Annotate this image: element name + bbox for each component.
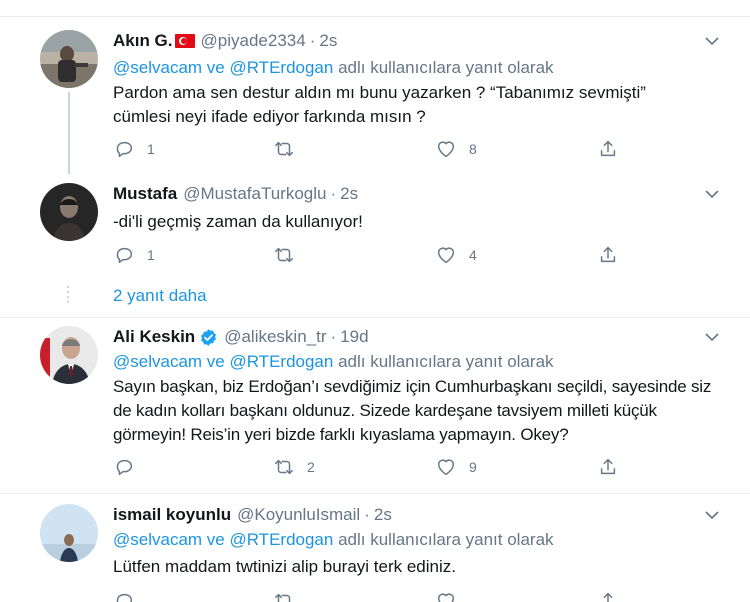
heart-icon (437, 247, 455, 264)
more-replies-dots (66, 286, 70, 306)
retweet-button[interactable] (273, 244, 295, 266)
tweet-text: -di'li geçmiş zaman da kullanıyor! (113, 212, 363, 231)
like-button[interactable]: 4 (435, 244, 477, 266)
author-name[interactable]: Mustafa (113, 184, 177, 204)
top-divider (0, 16, 750, 17)
more-replies-link[interactable]: 2 yanıt daha (113, 286, 207, 306)
share-button[interactable] (597, 590, 619, 602)
like-count: 9 (469, 459, 477, 475)
reply-icon (116, 593, 133, 602)
reply-count: 1 (147, 247, 155, 263)
chevron-down-icon[interactable] (704, 186, 720, 202)
like-count: 4 (469, 247, 477, 263)
retweet-button[interactable] (273, 138, 295, 160)
share-icon (600, 458, 616, 475)
retweet-icon (275, 141, 293, 157)
avatar[interactable] (40, 326, 98, 384)
separator-dot: · (330, 327, 337, 346)
reply-button[interactable] (113, 590, 135, 602)
author-handle[interactable]: @KoyunluIsmail (237, 505, 360, 525)
reply-count: 1 (147, 141, 155, 157)
action-bar: 1 8 (113, 138, 633, 162)
divider (0, 493, 750, 494)
heart-icon (437, 593, 455, 602)
author-name[interactable]: Akın G. (113, 31, 173, 51)
chevron-down-icon[interactable] (704, 33, 720, 49)
heart-icon (437, 459, 455, 476)
reply-suffix: adlı kullanıcılara yanıt olarak (333, 530, 554, 549)
like-button[interactable] (435, 590, 457, 602)
timestamp[interactable]: 2s (319, 31, 337, 51)
share-button[interactable] (597, 138, 619, 160)
timestamp[interactable]: 2s (340, 184, 358, 204)
avatar[interactable] (40, 504, 98, 562)
retweet-count: 2 (307, 459, 315, 475)
author-name[interactable]: ismail koyunlu (113, 505, 231, 525)
separator-dot: · (309, 31, 316, 50)
author-handle[interactable]: @MustafaTurkoglu (183, 184, 326, 204)
like-count: 8 (469, 141, 477, 157)
verified-badge-icon (201, 328, 217, 346)
share-button[interactable] (597, 456, 619, 478)
separator-dot: · (364, 505, 370, 524)
chevron-down-icon[interactable] (704, 329, 720, 345)
reply-icon (116, 141, 133, 158)
separator-dot: · (330, 184, 337, 203)
reply-mentions[interactable]: @selvacam ve @RTErdogan (113, 58, 333, 77)
reply-icon (116, 459, 133, 476)
timestamp[interactable]: 2s (374, 505, 392, 525)
thread-connector (68, 92, 70, 174)
retweet-button[interactable]: 2 (273, 456, 315, 478)
chevron-down-icon[interactable] (704, 507, 720, 523)
share-icon (600, 140, 616, 157)
tweet-header: ismail koyunlu @KoyunluIsmail · 2s (113, 505, 392, 525)
reply-context: @selvacam ve @RTErdogan adlı kullanıcıla… (113, 530, 554, 550)
heart-icon (437, 141, 455, 158)
action-bar: 1 4 (113, 244, 633, 268)
action-bar: 2 9 (113, 456, 633, 480)
reply-mentions[interactable]: @selvacam ve @RTErdogan (113, 352, 333, 371)
reply-suffix: adlı kullanıcılara yanıt olarak (333, 58, 554, 77)
avatar[interactable] (40, 183, 98, 241)
reply-button[interactable]: 1 (113, 138, 155, 160)
reply-button[interactable] (113, 456, 147, 478)
avatar[interactable] (40, 30, 98, 88)
tweet-text: Pardon ama sen destur aldın mı bunu yaza… (113, 83, 646, 126)
reply-suffix: adlı kullanıcılara yanıt olarak (333, 352, 554, 371)
author-name[interactable]: Ali Keskin (113, 327, 195, 347)
reply-icon (116, 247, 133, 264)
retweet-icon (275, 247, 293, 263)
retweet-button[interactable] (273, 590, 295, 602)
reply-context: @selvacam ve @RTErdogan adlı kullanıcıla… (113, 352, 554, 372)
tweet-text: Sayın başkan, biz Erdoğan’ı sevdiğimiz i… (113, 377, 712, 444)
timestamp[interactable]: 19d (340, 327, 368, 347)
reply-button[interactable]: 1 (113, 244, 155, 266)
tweet-header: Ali Keskin @alikeskin_tr · 19d (113, 327, 369, 347)
turkey-flag-icon (174, 34, 195, 48)
share-icon (600, 246, 616, 263)
like-button[interactable]: 8 (435, 138, 477, 160)
tweet-header: Akın G. @piyade2334 · 2s (113, 31, 337, 51)
author-handle[interactable]: @alikeskin_tr (224, 327, 326, 347)
share-icon (603, 592, 613, 602)
tweet-header: Mustafa @MustafaTurkoglu · 2s (113, 184, 358, 204)
tweet-text: Lütfen maddam twtinizi alip burayi terk … (113, 557, 456, 576)
divider (0, 317, 750, 318)
retweet-icon (275, 593, 291, 602)
action-bar (113, 590, 633, 602)
reply-context: @selvacam ve @RTErdogan adlı kullanıcıla… (113, 58, 554, 78)
like-button[interactable]: 9 (435, 456, 477, 478)
author-handle[interactable]: @piyade2334 (201, 31, 306, 51)
share-button[interactable] (597, 244, 619, 266)
retweet-icon (275, 459, 293, 475)
reply-mentions[interactable]: @selvacam ve @RTErdogan (113, 530, 333, 549)
